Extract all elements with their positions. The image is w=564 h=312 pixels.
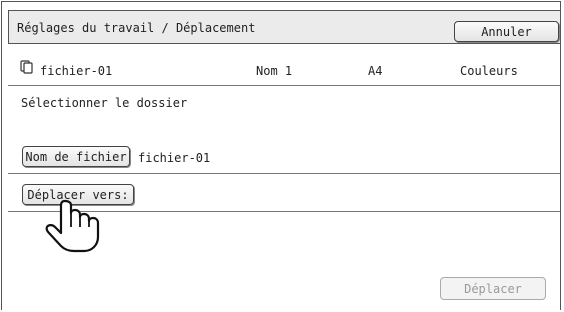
file-name-value: fichier-01	[138, 151, 211, 165]
paper-size-info: A4	[368, 64, 383, 78]
folder-prompt: Sélectionner le dossier	[21, 96, 188, 110]
file-name-info: fichier-01	[40, 64, 113, 78]
user-name-info: Nom 1	[256, 64, 293, 78]
file-name-button[interactable]: Nom de fichier	[22, 146, 130, 167]
move-button[interactable]: Déplacer	[440, 277, 546, 300]
file-copies-icon	[20, 60, 33, 74]
hand-pointer-icon	[45, 199, 100, 253]
cancel-button[interactable]: Annuler	[454, 21, 559, 42]
page-title: Réglages du travail / Déplacement	[17, 21, 256, 35]
divider	[8, 85, 560, 86]
divider	[8, 173, 560, 174]
color-mode-info: Couleurs	[460, 64, 518, 78]
